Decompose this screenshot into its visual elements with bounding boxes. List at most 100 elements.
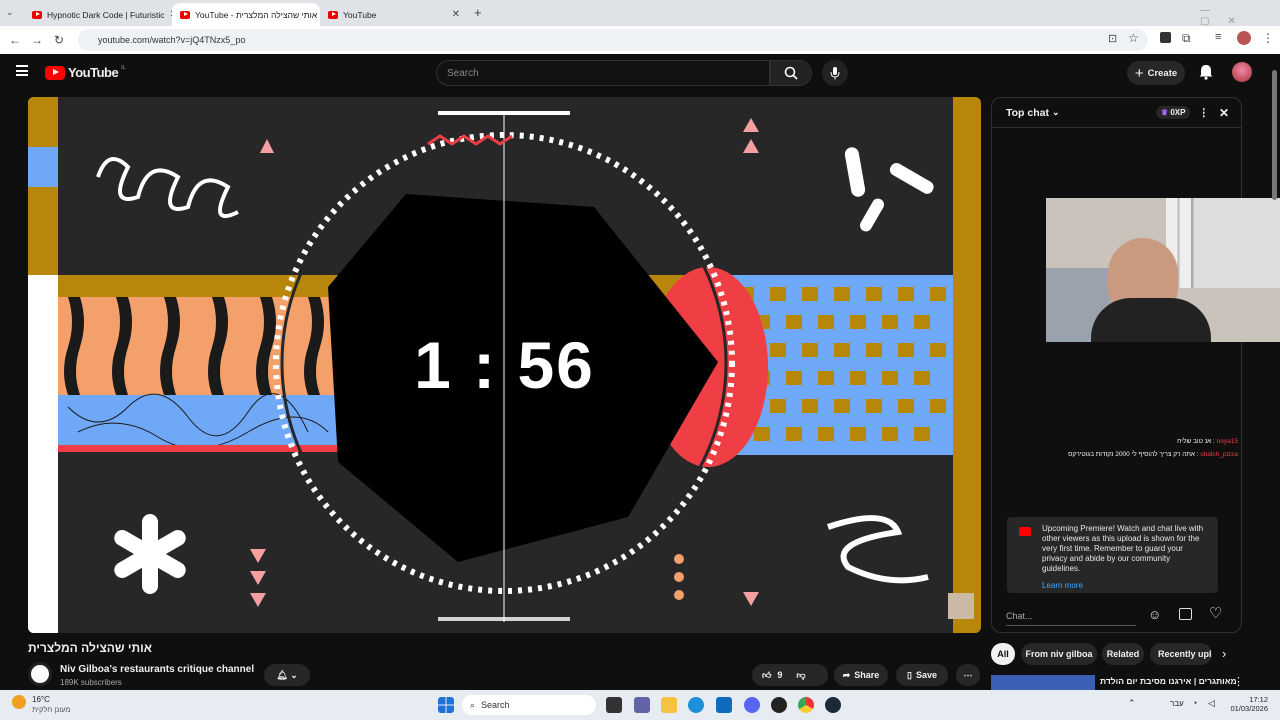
edge-icon[interactable] — [688, 697, 704, 713]
extension-icon[interactable] — [1160, 32, 1171, 43]
discord-icon[interactable] — [744, 697, 760, 713]
windows-start-icon[interactable] — [438, 697, 454, 713]
puzzle-icon[interactable]: ⧉ — [1182, 31, 1191, 46]
address-bar: ← → ↻ youtube.com/watch?v=jQ4TNzx5_po ⊡ … — [0, 26, 1280, 54]
youtube-favicon-icon — [328, 10, 338, 19]
tab-current-video[interactable]: הצלה אותי שהצילה המלצרית - YouTube ✕ — [172, 3, 320, 26]
tab-hypnotic[interactable]: Hypnotic Dark Code | Futuristic ✕ — [24, 3, 172, 26]
window-controls[interactable]: —▢✕ — [1200, 5, 1280, 27]
reload-icon[interactable]: ↻ — [48, 33, 70, 47]
input-language[interactable]: עבר — [1170, 699, 1184, 708]
microphone-icon — [830, 67, 840, 80]
create-button[interactable]: + Create — [1127, 61, 1185, 85]
taskbar-search[interactable]: ⌕ Search — [462, 695, 596, 715]
crown-icon: ♛ — [1160, 108, 1169, 117]
related-video-title[interactable]: מאותגרים | אירגנו מסיבת יום הולדת — [1100, 676, 1237, 686]
volume-icon[interactable]: ◁ — [1208, 698, 1215, 709]
more-actions-button[interactable]: ⋯ — [956, 664, 980, 686]
save-icon: ▯ — [907, 669, 912, 680]
chat-input[interactable]: Chat... — [1006, 606, 1136, 626]
profile-avatar[interactable] — [1237, 31, 1251, 45]
share-icon: ➦ — [842, 669, 851, 680]
tab-list-icon[interactable]: ⌄ — [6, 7, 14, 18]
subscriber-count: 189K subscribers — [60, 678, 122, 687]
thumbs-up-icon[interactable]: 👍︎ — [762, 670, 771, 681]
bell-icon: 🔔︎ ⌄ — [276, 669, 298, 680]
filter-chip-recent[interactable]: Recently upl — [1150, 643, 1212, 665]
bookmark-star-icon[interactable]: ☆ — [1128, 31, 1139, 45]
live-chat-panel: Top chat ⌄ ♛ 0XP ⋮ ✕ noya15 : אנ טוב שלי… — [991, 97, 1242, 633]
save-button[interactable]: ▯ Save — [896, 664, 948, 686]
tab-youtube[interactable]: YouTube ✕ — [320, 3, 468, 26]
filter-chip-related[interactable]: Related — [1102, 643, 1144, 665]
browser-tab-bar: ⌄ Hypnotic Dark Code | Futuristic ✕ הצלה… — [0, 0, 1280, 27]
chat-header: Top chat ⌄ ♛ 0XP ⋮ ✕ — [992, 98, 1241, 128]
youtube-header: YouTube IL Search + Create — [0, 54, 1280, 94]
notifications-bell-icon[interactable] — [1199, 64, 1213, 80]
chat-message: noya15 : אנ טוב שליח — [1177, 438, 1238, 445]
more-horiz-icon: ⋯ — [963, 669, 973, 680]
more-vert-icon[interactable]: ⋮ — [1233, 675, 1244, 688]
search-input[interactable]: Search — [436, 60, 770, 86]
notification-bell-button[interactable]: 🔔︎ ⌄ — [264, 664, 310, 686]
thumbs-down-icon[interactable]: 👎︎ — [796, 670, 805, 681]
install-icon[interactable]: ⊡ — [1108, 32, 1117, 45]
emoji-icon[interactable]: ☺ — [1148, 607, 1161, 622]
video-player[interactable]: 1 : 56 — [28, 97, 981, 633]
like-dislike-group[interactable]: 👍︎ 9 👎︎ — [752, 664, 828, 686]
account-avatar[interactable] — [1232, 62, 1252, 82]
channel-name[interactable]: Niv Gilboa's restaurants critique channe… — [60, 664, 254, 675]
store-icon[interactable] — [716, 697, 732, 713]
learn-more-link[interactable]: Learn more — [1042, 581, 1210, 591]
chat-mode-selector[interactable]: Top chat — [1006, 107, 1049, 119]
super-chat-icon[interactable] — [1179, 608, 1192, 620]
forward-icon[interactable]: → — [26, 33, 48, 47]
close-tab-icon[interactable]: ✕ — [452, 9, 460, 20]
search-icon: ⌕ — [470, 699, 476, 710]
youtube-icon — [1019, 527, 1031, 536]
related-video-thumbnail[interactable] — [991, 675, 1095, 690]
channel-avatar[interactable] — [28, 662, 52, 686]
page-scrollbar[interactable] — [1272, 70, 1277, 200]
share-button[interactable]: ➦ Share — [834, 664, 888, 686]
voice-search-button[interactable] — [822, 60, 848, 86]
countdown-timer: 1 : 56 — [414, 328, 595, 402]
youtube-play-logo-icon — [45, 65, 65, 80]
plus-icon: + — [1134, 64, 1144, 82]
more-vert-icon[interactable]: ⋮ — [1262, 31, 1274, 45]
video-title: אותי שהצילה המלצרית — [28, 641, 152, 655]
premiere-notice: Upcoming Premiere! Watch and chat live w… — [1007, 517, 1218, 593]
chevron-right-icon[interactable]: › — [1222, 646, 1226, 661]
chevron-down-icon[interactable]: ⌄ — [1052, 107, 1060, 118]
filter-chip-channel[interactable]: From niv gilboa — [1021, 643, 1097, 665]
chat-message: shalch_pizza : אתה רק צריך להוסיף לי 200… — [1068, 451, 1238, 458]
task-view-icon[interactable] — [606, 697, 622, 713]
new-tab-icon[interactable]: + — [474, 5, 482, 20]
wifi-icon[interactable]: ◔ — [1192, 698, 1197, 708]
windows-taskbar: 16°C מעונן חלקית ⌕ Search ⌃ עבר ◔ ◁ 17:12… — [0, 690, 1280, 720]
search-button[interactable] — [770, 60, 812, 86]
weather-desc: מעונן חלקית — [32, 705, 71, 714]
weather-temp[interactable]: 16°C — [32, 695, 50, 704]
youtube-logo[interactable]: YouTube IL — [45, 65, 125, 80]
back-icon[interactable]: ← — [4, 33, 26, 47]
teams-icon[interactable] — [634, 697, 650, 713]
obs-icon[interactable] — [771, 697, 787, 713]
hamburger-menu-icon[interactable] — [16, 65, 28, 76]
chrome-icon[interactable] — [798, 697, 814, 713]
file-explorer-icon[interactable] — [661, 697, 677, 713]
weather-icon — [12, 695, 26, 709]
heart-icon[interactable]: ♡ — [1209, 604, 1222, 622]
youtube-favicon-icon — [180, 10, 190, 19]
steam-icon[interactable] — [825, 697, 841, 713]
youtube-favicon-icon — [32, 10, 42, 19]
close-icon[interactable]: ✕ — [1219, 106, 1229, 120]
search-icon — [784, 66, 798, 80]
clock[interactable]: 17:12 01/03/2026 — [1224, 695, 1268, 713]
menu-list-icon[interactable]: ≡ — [1215, 31, 1221, 43]
filter-chip-all[interactable]: All — [991, 643, 1015, 665]
tray-chevron-up-icon[interactable]: ⌃ — [1128, 698, 1136, 709]
xp-badge[interactable]: ♛ 0XP — [1155, 106, 1191, 119]
url-field[interactable]: youtube.com/watch?v=jQ4TNzx5_po — [78, 29, 1148, 51]
more-vert-icon[interactable]: ⋮ — [1198, 107, 1209, 119]
